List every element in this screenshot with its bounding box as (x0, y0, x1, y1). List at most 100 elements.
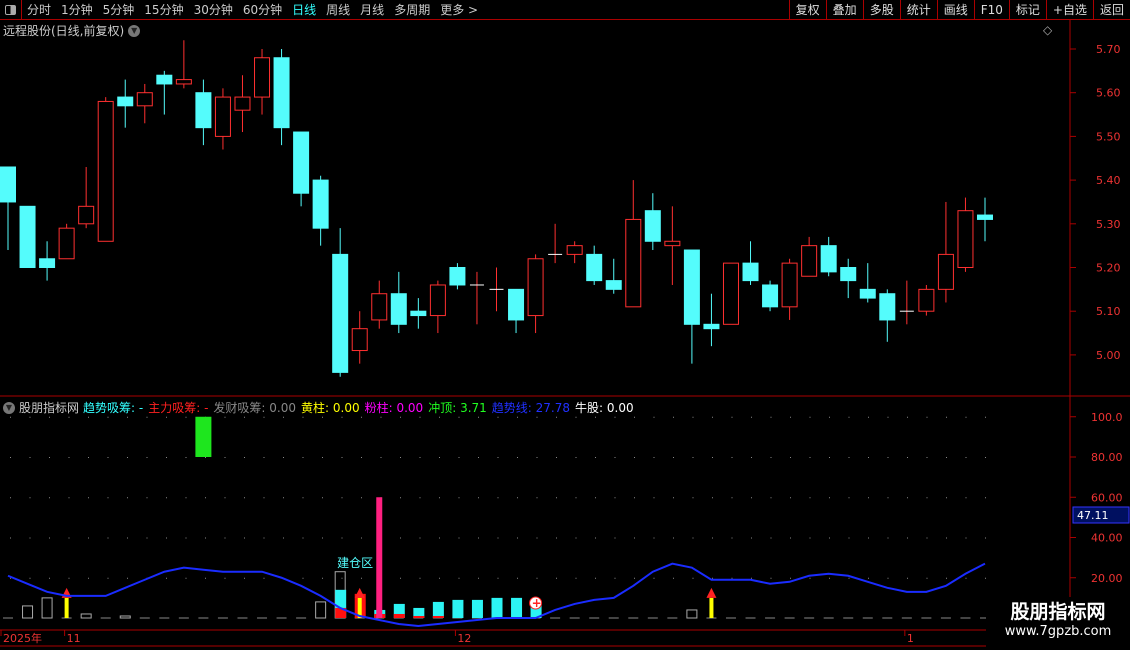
grid-dot (536, 577, 538, 579)
grid-dot (868, 577, 869, 579)
chart-canvas[interactable]: ◇ 5.70 5.60 5.50 5.40 5.30 5.20 5.10 5.00 100.0 80… (0, 0, 1130, 650)
grid-dot (829, 577, 830, 579)
grid-dot (673, 537, 674, 539)
candle-body (58, 227, 75, 260)
candle-body (742, 262, 759, 282)
grid-dot (497, 416, 499, 418)
grid-dot (107, 457, 109, 458)
candle-body (957, 210, 974, 269)
grid-dot (68, 577, 70, 579)
grid-dot (809, 497, 811, 499)
grid-dot (692, 537, 694, 539)
grid-dot (868, 497, 869, 499)
grid-dot (127, 497, 128, 499)
plus-icon: + (532, 596, 542, 610)
grid-dot (595, 577, 596, 579)
grid-dot (49, 497, 50, 499)
red-bar (432, 615, 444, 618)
hollow-bar (315, 601, 327, 619)
grid-dot (10, 497, 11, 499)
cyan-bar (511, 597, 523, 618)
grid-dot (302, 577, 304, 579)
grid-dot (127, 457, 128, 458)
grid-dot (673, 577, 674, 579)
hollow-bar (41, 597, 53, 619)
grid-dot (127, 416, 128, 418)
grid-dot (887, 537, 889, 539)
grid-dot (478, 497, 479, 499)
candle-body (762, 284, 779, 308)
grid-dot (107, 497, 109, 499)
grid-dot (224, 577, 226, 579)
yellow-bar (64, 597, 69, 618)
grid-dot (634, 577, 635, 579)
candle-body (410, 310, 427, 317)
candle-body (859, 288, 876, 299)
grid-dot (68, 497, 70, 499)
grid-dot (88, 416, 89, 418)
grid-dot (517, 457, 518, 458)
grid-dot (985, 457, 986, 458)
watermark: 股朋指标网 www.7gpzb.com (986, 597, 1130, 650)
candle-body (254, 57, 271, 98)
grid-dot (575, 537, 577, 539)
grid-dot (985, 416, 986, 418)
yellow-bar (709, 597, 714, 618)
grid-dot (907, 497, 908, 499)
candle-body (175, 79, 192, 85)
grid-dot (205, 497, 206, 499)
grid-dot (868, 457, 869, 458)
grid-dot (965, 577, 967, 579)
price-tick-label: 5.20 (1096, 262, 1121, 275)
grid-dot (107, 577, 109, 579)
grid-dot (965, 497, 967, 499)
grid-dot (68, 457, 70, 458)
candle-body (918, 288, 935, 312)
grid-dot (283, 497, 284, 499)
grid-dot (322, 497, 323, 499)
grid-dot (829, 457, 830, 458)
grid-dot (751, 416, 752, 418)
grid-dot (653, 457, 655, 458)
grid-dot (517, 577, 518, 579)
grid-dot (653, 416, 655, 418)
grid-dot (517, 416, 518, 418)
grid-dot (302, 537, 304, 539)
watermark-title: 股朋指标网 (1010, 601, 1106, 623)
grid-dot (341, 457, 343, 458)
grid-dot (263, 497, 265, 499)
grid-dot (185, 457, 187, 458)
grid-dot (302, 497, 304, 499)
candle-body (722, 262, 739, 325)
grid-dot (575, 457, 577, 458)
candle-body (605, 280, 622, 290)
grid-dot (731, 416, 733, 418)
grid-dot (439, 577, 440, 579)
grid-dot (926, 416, 928, 418)
grid-dot (29, 457, 31, 458)
grid-dot (322, 416, 323, 418)
grid-dot (478, 537, 479, 539)
indicator-tick-label: 20.00 (1091, 572, 1123, 585)
grid-dot (731, 577, 733, 579)
grid-dot (692, 497, 694, 499)
grid-dot (829, 537, 830, 539)
candle-body (371, 293, 388, 321)
grid-dot (809, 577, 811, 579)
grid-dot (731, 457, 733, 458)
grid-dot (439, 457, 440, 458)
grid-dot (770, 537, 772, 539)
grid-dot (829, 497, 830, 499)
grid-dot (614, 577, 616, 579)
grid-dot (224, 537, 226, 539)
grid-dot (712, 416, 713, 418)
grid-dot (166, 457, 167, 458)
grid-dot (322, 457, 323, 458)
grid-dot (985, 577, 986, 579)
cyan-bar (471, 599, 483, 618)
grid-dot (848, 537, 850, 539)
candle-body (586, 253, 603, 282)
grid-dot (770, 577, 772, 579)
grid-dot (497, 577, 499, 579)
grid-dot (731, 497, 733, 499)
